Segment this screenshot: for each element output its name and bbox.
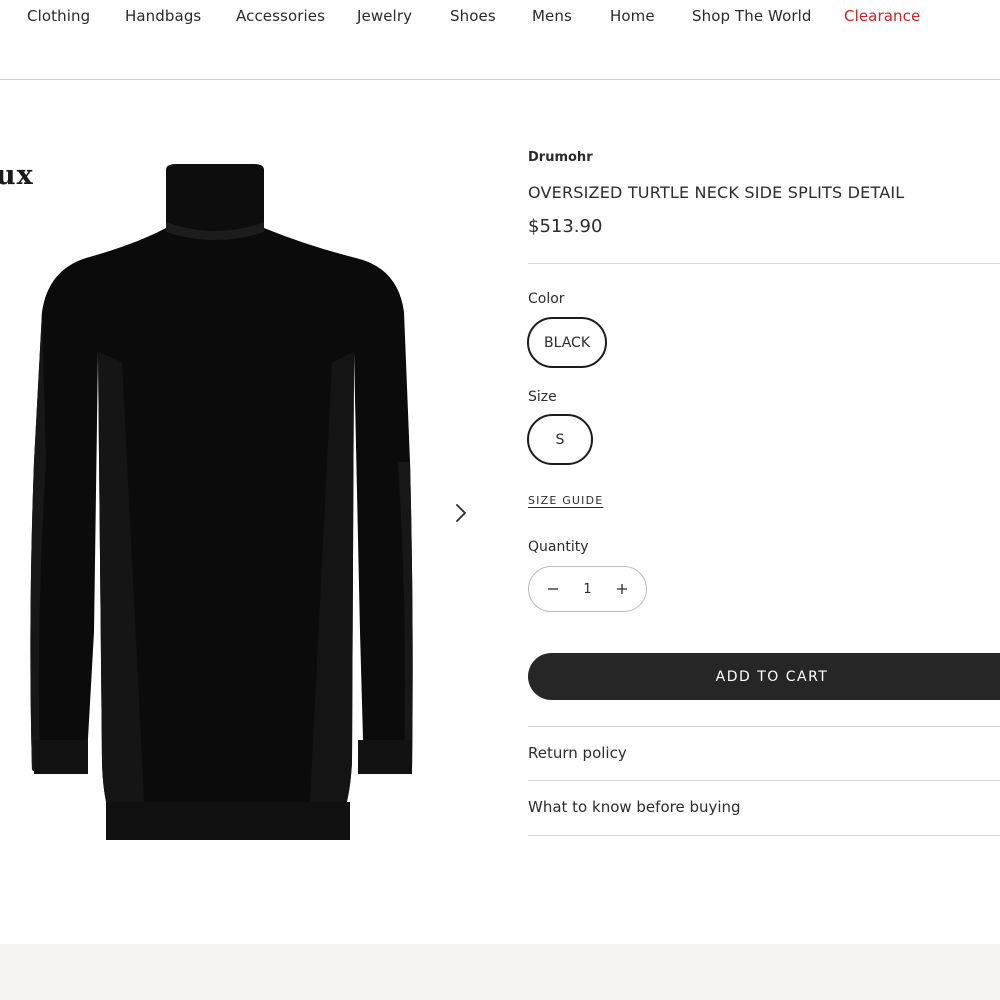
color-label: Color [528, 291, 565, 307]
nav-item-shoes[interactable]: Shoes [450, 7, 496, 25]
product-vendor[interactable]: Drumohr [528, 150, 593, 165]
nav-item-jewelry[interactable]: Jewelry [357, 7, 412, 25]
gallery-next-button[interactable] [448, 500, 474, 530]
product-price: $513.90 [528, 216, 603, 237]
add-to-cart-label: ADD TO CART [715, 668, 829, 685]
nav-item-accessories[interactable]: Accessories [236, 7, 325, 25]
footer-band [0, 944, 1000, 1000]
minus-icon [547, 580, 559, 599]
black-turtleneck-sweater-image[interactable] [26, 162, 414, 842]
nav-item-mens[interactable]: Mens [532, 7, 572, 25]
price-divider [528, 263, 1000, 264]
add-to-cart-button[interactable]: ADD TO CART [528, 653, 1000, 700]
what-to-know-label: What to know before buying [528, 798, 741, 816]
color-option-black[interactable]: BLACK [527, 317, 607, 368]
top-navigation: Clothing Handbags Accessories Jewelry Sh… [0, 0, 1000, 80]
quantity-increase-button[interactable] [612, 579, 632, 599]
size-label: Size [528, 389, 557, 405]
quantity-input[interactable] [572, 581, 603, 597]
accordion-divider-bottom [528, 835, 1000, 836]
nav-item-home[interactable]: Home [610, 7, 655, 25]
nav-item-clearance[interactable]: Clearance [844, 7, 920, 25]
nav-item-shop-the-world[interactable]: Shop The World [692, 7, 812, 25]
quantity-decrease-button[interactable] [543, 579, 563, 599]
what-to-know-accordion[interactable]: What to know before buying [528, 780, 1000, 834]
nav-item-clothing[interactable]: Clothing [27, 7, 90, 25]
size-guide-link[interactable]: SIZE GUIDE [528, 494, 603, 507]
return-policy-label: Return policy [528, 744, 627, 762]
quantity-stepper [528, 566, 647, 612]
chevron-right-icon [455, 503, 467, 527]
nav-item-handbags[interactable]: Handbags [125, 7, 201, 25]
product-title: OVERSIZED TURTLE NECK SIDE SPLITS DETAIL [528, 183, 905, 202]
quantity-label: Quantity [528, 539, 589, 555]
plus-icon [616, 580, 628, 599]
size-option-s[interactable]: S [527, 414, 593, 465]
return-policy-accordion[interactable]: Return policy [528, 726, 1000, 780]
